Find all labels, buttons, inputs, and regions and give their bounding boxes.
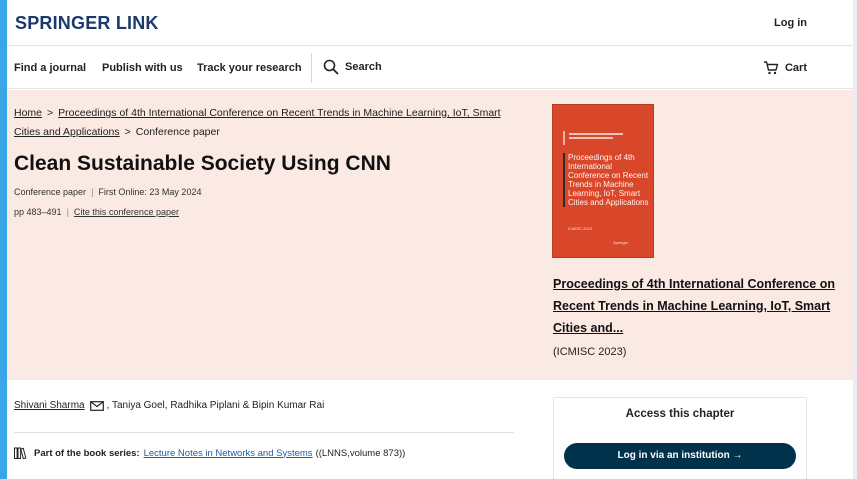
springer-link-logo[interactable]: SPRINGER LINK	[15, 13, 159, 34]
cover-editors	[563, 131, 647, 145]
page: SPRINGER LINK Log in Find a journal Publ…	[7, 0, 853, 479]
cover-subtitle: ICMISC 2023	[568, 226, 593, 231]
cover-publisher: Springer	[613, 240, 629, 245]
breadcrumb-current: Conference paper	[135, 126, 220, 138]
cover-series-strip	[558, 109, 650, 113]
cover-title: Proceedings of 4th International Confere…	[563, 153, 649, 207]
paper-meta: Conference paper | First Online: 23 May 20…	[14, 187, 201, 197]
books-icon	[14, 447, 27, 459]
paper-type: Conference paper	[14, 187, 87, 197]
nav-divider	[311, 53, 312, 83]
breadcrumb-separator: >	[124, 126, 131, 138]
breadcrumb-proceedings[interactable]: Proceedings of 4th International Confere…	[14, 107, 501, 138]
main-nav: Find a journal Publish with us Track you…	[7, 47, 853, 89]
page-title: Clean Sustainable Society Using CNN	[14, 152, 391, 175]
breadcrumb: Home > Proceedings of 4th International Co…	[14, 104, 524, 142]
breadcrumb-home[interactable]: Home	[14, 107, 42, 119]
search-label: Search	[345, 61, 382, 73]
access-title: Access this chapter	[625, 408, 735, 420]
search-icon	[323, 59, 339, 75]
book-cover[interactable]: Proceedings of 4th International Confere…	[552, 104, 654, 258]
series-prefix: Part of the book series:	[34, 447, 140, 459]
photo-frame-left	[0, 0, 7, 479]
series-link[interactable]: Lecture Notes in Networks and Systems	[144, 448, 313, 459]
cite-link[interactable]: Cite this conference paper	[74, 207, 179, 217]
book-series: Part of the book series: Lecture Notes i…	[14, 447, 405, 459]
page-range: pp 483–491	[14, 207, 62, 217]
author-names[interactable]: , Taniya Goel, Radhika Piplani & Bipin K…	[107, 400, 325, 411]
author-list: Shivani Sharma , Taniya Goel, Radhika Pi…	[14, 400, 324, 411]
top-header: SPRINGER LINK Log in	[7, 0, 853, 46]
meta-separator: |	[66, 207, 69, 217]
institution-login-button[interactable]: Log in via an institution →	[564, 443, 796, 469]
paper-hero: Home > Proceedings of 4th International Co…	[7, 90, 853, 380]
book-title-link[interactable]: Proceedings of 4th International Confere…	[553, 273, 838, 339]
section-divider	[14, 432, 514, 433]
search-button[interactable]: Search	[323, 59, 382, 75]
nav-publish-with-us[interactable]: Publish with us	[102, 62, 183, 74]
first-online-date: First Online: 23 May 2024	[98, 187, 202, 197]
author-link[interactable]: Shivani Sharma	[14, 400, 85, 411]
book-conference-acronym: (ICMISC 2023)	[553, 346, 627, 358]
cart-label: Cart	[784, 61, 807, 74]
series-volume: ((LNNS,volume 873))	[315, 447, 406, 459]
cart-button[interactable]: Cart	[763, 60, 807, 75]
mail-icon[interactable]	[89, 400, 104, 411]
nav-find-journal[interactable]: Find a journal	[14, 62, 86, 74]
nav-track-research[interactable]: Track your research	[197, 62, 302, 74]
book-title-text[interactable]: Proceedings of 4th International Confere…	[553, 277, 835, 335]
cart-icon	[763, 61, 779, 75]
breadcrumb-separator: >	[47, 107, 54, 119]
login-link[interactable]: Log in	[774, 17, 807, 29]
paper-pages-cite: pp 483–491 | Cite this conference paper	[14, 207, 179, 217]
photo-frame-right	[853, 0, 857, 479]
access-panel: Access this chapter Log in via an instit…	[553, 397, 807, 479]
meta-separator: |	[91, 187, 94, 197]
